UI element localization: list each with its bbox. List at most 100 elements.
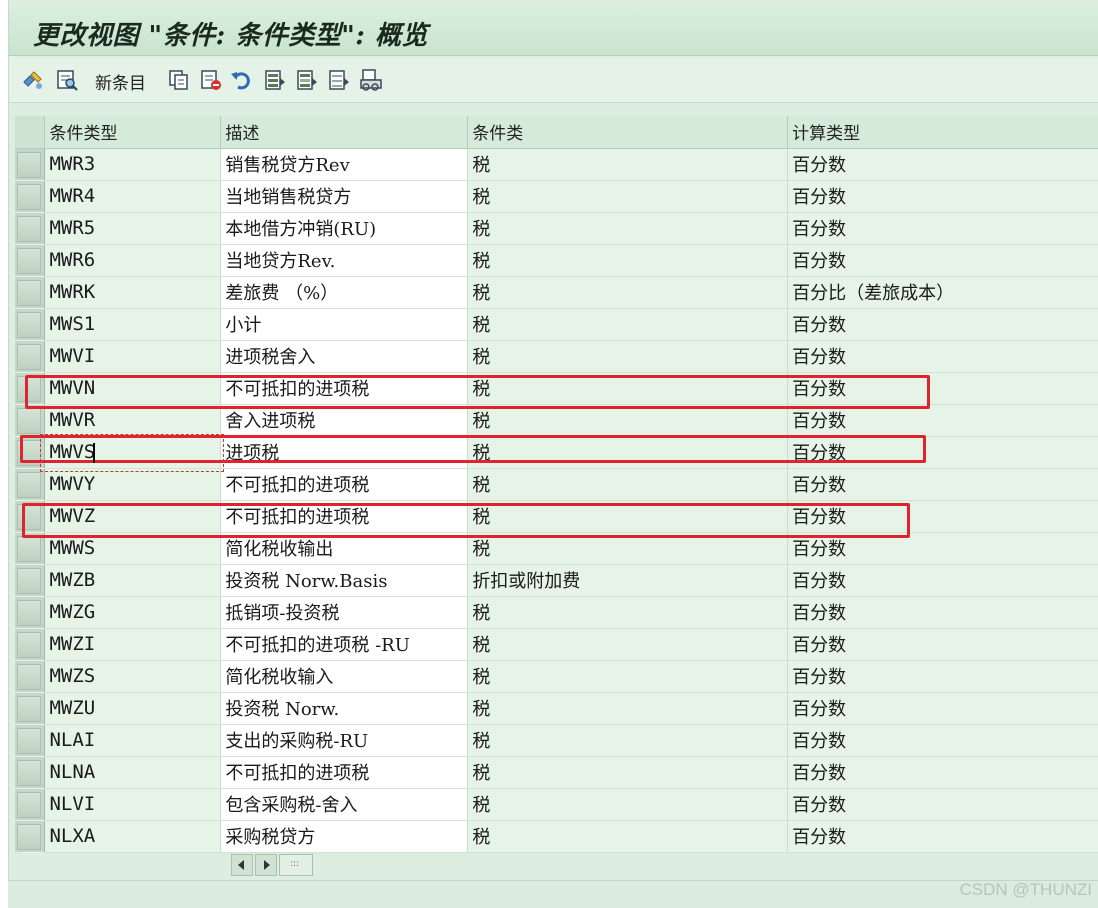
table-row[interactable]: NLNA 不可抵扣的进项税税百分数 [15,756,1098,789]
condition-type-cell[interactable]: NLVI [44,788,222,821]
row-selector-button[interactable] [15,276,46,309]
row-selector-handle [17,632,41,658]
condition-type-cell[interactable]: MWWS [44,532,222,565]
table-row[interactable]: MWR6 当地贷方Rev. 税百分数 [15,244,1098,277]
details-icon[interactable] [55,68,79,92]
row-selector-button[interactable] [15,212,46,245]
scroll-left-button[interactable] [231,854,253,876]
column-header-condition-class[interactable]: 条件类 [467,116,789,149]
table-row[interactable]: MWZU 投资税 Norw. 税百分数 [15,692,1098,725]
row-selector-button[interactable] [15,404,46,437]
select-all-rows-button[interactable] [15,116,46,149]
select-block-icon[interactable] [295,68,319,92]
condition-type-cell[interactable]: MWZU [44,692,222,725]
scroll-thumb[interactable]: ::: [279,854,313,876]
condition-type-cell[interactable]: MWZB [44,564,222,597]
table-row[interactable]: MWVZ 不可抵扣的进项税税百分数 [15,500,1098,533]
condition-class-cell: 税 [467,212,789,245]
table-row[interactable]: MWZG 抵销项-投资税税百分数 [15,596,1098,629]
row-selector-button[interactable] [15,308,46,341]
row-selector-handle [17,376,41,402]
undo-icon[interactable] [229,68,253,92]
horizontal-scrollbar[interactable]: ::: [231,854,313,876]
row-selector-button[interactable] [15,500,46,533]
table-row[interactable]: MWRK 差旅费 （%）税百分比（差旅成本） [15,276,1098,309]
table-row[interactable]: MWZB 投资税 Norw.Basis 折扣或附加费 百分数 [15,564,1098,597]
condition-type-cell[interactable]: MWZS [44,660,222,693]
table-row[interactable]: MWS1 小计税百分数 [15,308,1098,341]
row-selector-button[interactable] [15,564,46,597]
condition-type-cell[interactable]: MWVN [44,372,222,405]
condition-type-cell[interactable]: MWR4 [44,180,222,213]
scroll-right-button[interactable] [255,854,277,876]
condition-type-cell[interactable]: MWVZ [44,500,222,533]
row-selector-button[interactable] [15,244,46,277]
row-selector-button[interactable] [15,820,46,853]
table-row[interactable]: MWZI 不可抵扣的进项税 -RU 税百分数 [15,628,1098,661]
row-selector-button[interactable] [15,372,46,405]
display-change-icon[interactable] [21,68,45,92]
condition-type-cell[interactable]: MWR6 [44,244,222,277]
row-selector-button[interactable] [15,692,46,725]
row-selector-handle [17,408,41,434]
condition-type-cell[interactable]: MWR3 [44,148,222,181]
column-header-description[interactable]: 描述 [220,116,469,149]
new-entries-button[interactable]: 新条目 [95,69,146,94]
condition-type-cell[interactable]: MWVS [44,436,222,469]
condition-type-cell[interactable]: MWVI [44,340,222,373]
calculation-type-cell: 百分数 [787,340,1098,373]
condition-type-cell[interactable]: NLNA [44,756,222,789]
table-row[interactable]: NLAI 支出的采购税-RU 税百分数 [15,724,1098,757]
table-row[interactable]: MWR5 本地借方冲销(RU) 税百分数 [15,212,1098,245]
row-selector-button[interactable] [15,532,46,565]
table-row[interactable]: MWVY 不可抵扣的进项税税百分数 [15,468,1098,501]
row-selector-button[interactable] [15,724,46,757]
row-selector-button[interactable] [15,660,46,693]
condition-type-cell[interactable]: MWZI [44,628,222,661]
row-selector-button[interactable] [15,180,46,213]
table-row[interactable]: MWZS 简化税收输入税百分数 [15,660,1098,693]
deselect-all-icon[interactable] [327,68,351,92]
calculation-type-cell: 百分数 [787,564,1098,597]
condition-type-cell[interactable]: MWRK [44,276,222,309]
table-row[interactable]: MWR3 销售税贷方Rev 税百分数 [15,148,1098,181]
print-icon[interactable] [359,68,383,92]
condition-type-cell[interactable]: NLXA [44,820,222,853]
row-selector-button[interactable] [15,340,46,373]
table-row[interactable]: MWVI 进项税舍入税百分数 [15,340,1098,373]
delete-icon[interactable] [199,68,223,92]
row-selector-button[interactable] [15,788,46,821]
table-row[interactable]: MWWS 简化税收输出税百分数 [15,532,1098,565]
condition-type-cell[interactable]: MWVY [44,468,222,501]
condition-type-cell[interactable]: MWVR [44,404,222,437]
row-selector-button[interactable] [15,148,46,181]
table-row[interactable]: NLXA 采购税贷方税百分数 [15,820,1098,853]
table-row[interactable]: MWR4 当地销售税贷方税百分数 [15,180,1098,213]
table-control: 条件类型 描述 条件类 计算类型 MWR3 销售税贷方Rev 税百分数 MWR4 当地销… [15,116,1098,854]
row-selector-handle [17,216,41,242]
column-header-condition-type[interactable]: 条件类型 [44,116,222,149]
column-header-calculation-type[interactable]: 计算类型 [787,116,1098,149]
row-selector-handle [17,280,41,306]
row-selector-button[interactable] [15,436,46,469]
description-cell: 销售税贷方Rev [220,148,469,181]
select-all-icon[interactable] [263,68,287,92]
table-row[interactable]: MWVN 不可抵扣的进项税税百分数 [15,372,1098,405]
table-row[interactable]: NLVI 包含采购税-舍入税百分数 [15,788,1098,821]
row-selector-button[interactable] [15,756,46,789]
condition-type-cell[interactable]: NLAI [44,724,222,757]
calculation-type-cell: 百分数 [787,212,1098,245]
condition-type-cell[interactable]: MWR5 [44,212,222,245]
copy-icon[interactable] [167,68,191,92]
description-cell: 本地借方冲销(RU) [220,212,469,245]
row-selector-button[interactable] [15,628,46,661]
row-selector-handle [17,536,41,562]
sap-window: 更改视图 "条件: 条件类型": 概览 新条目 条件类型 描述 条件类 计算类型… [8,0,1098,908]
row-selector-button[interactable] [15,468,46,501]
condition-type-cell[interactable]: MWS1 [44,308,222,341]
table-row[interactable]: MWVR 舍入进项税税百分数 [15,404,1098,437]
row-selector-button[interactable] [15,596,46,629]
description-cell: 差旅费 （%） [220,276,469,309]
condition-type-cell[interactable]: MWZG [44,596,222,629]
table-row[interactable]: MWVS 进项税税百分数 [15,436,1098,469]
